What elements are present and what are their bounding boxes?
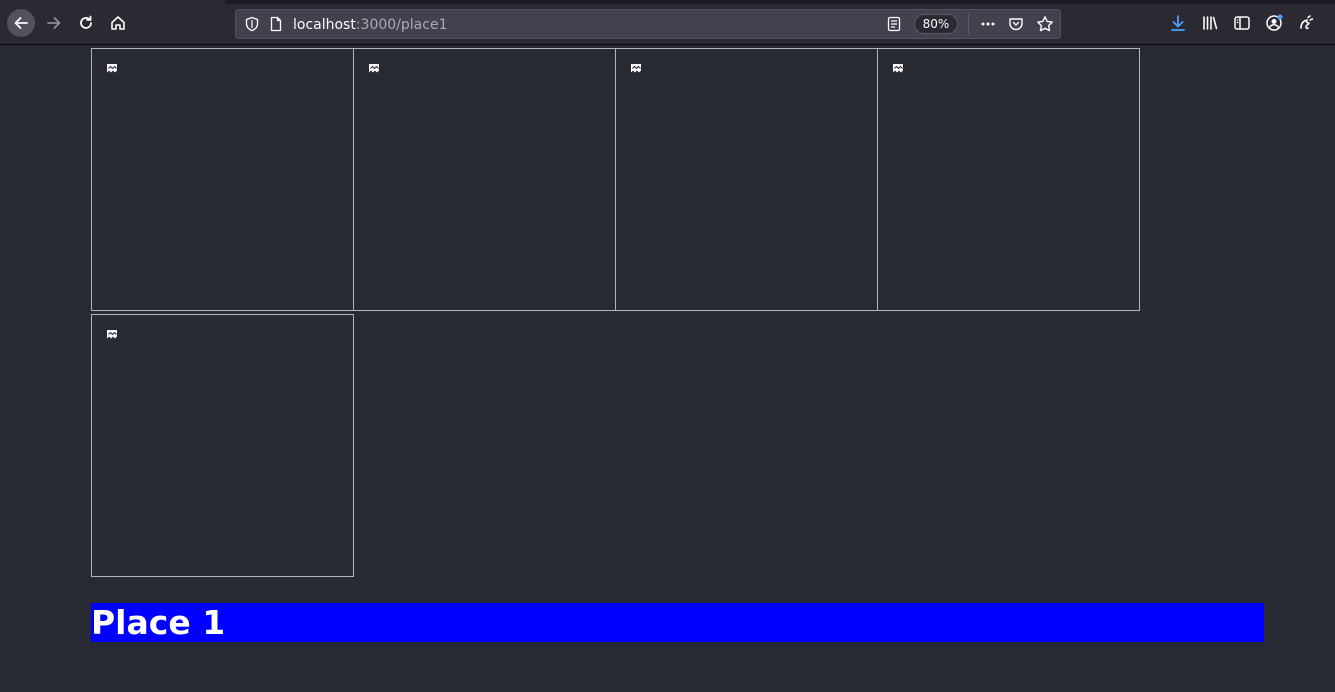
more-actions-icon[interactable] [980, 16, 996, 32]
bookmark-star-icon[interactable] [1036, 15, 1054, 33]
reload-button[interactable] [72, 9, 100, 37]
broken-image-icon [107, 64, 117, 73]
reload-icon [80, 15, 92, 29]
account-icon[interactable] [1265, 14, 1283, 32]
tracking-shield-icon[interactable] [244, 16, 260, 32]
gallery-image-2[interactable] [353, 48, 616, 311]
gallery-image-5[interactable] [91, 314, 354, 577]
arrow-right-icon [47, 17, 61, 29]
arrow-left-icon [14, 17, 28, 29]
broken-image-icon [893, 64, 903, 73]
gallery-image-4[interactable] [877, 48, 1140, 311]
url-bar[interactable]: localhost:3000/place1 80% [235, 9, 1061, 39]
url-host: localhost [293, 17, 356, 33]
back-button[interactable] [7, 9, 35, 37]
gallery-image-1[interactable] [91, 48, 354, 311]
tab-strip [225, 0, 1335, 4]
title-bar: Place 1 [91, 603, 1264, 642]
broken-image-icon [631, 64, 641, 73]
url-text[interactable]: localhost:3000/place1 [293, 16, 447, 34]
url-path: :3000/place1 [355, 17, 448, 33]
pocket-icon[interactable] [1008, 16, 1024, 32]
broken-image-icon [369, 64, 379, 73]
broken-image-icon [107, 330, 117, 339]
reader-view-icon[interactable] [886, 16, 902, 32]
extension-icon[interactable] [1297, 14, 1315, 32]
page-title: Place 1 [91, 603, 226, 642]
home-button[interactable] [104, 9, 132, 37]
library-icon[interactable] [1201, 14, 1219, 32]
page-content: Place 1 [0, 46, 1335, 692]
page-info-icon[interactable] [268, 16, 284, 32]
sidebar-toggle-icon[interactable] [1233, 14, 1251, 32]
forward-button[interactable] [40, 9, 68, 37]
download-icon[interactable] [1169, 14, 1187, 32]
gallery-image-3[interactable] [615, 48, 878, 311]
browser-toolbar: localhost:3000/place1 80% [0, 0, 1335, 45]
zoom-level-button[interactable]: 80% [914, 14, 958, 34]
url-bar-separator [968, 14, 969, 34]
home-icon [111, 16, 125, 30]
